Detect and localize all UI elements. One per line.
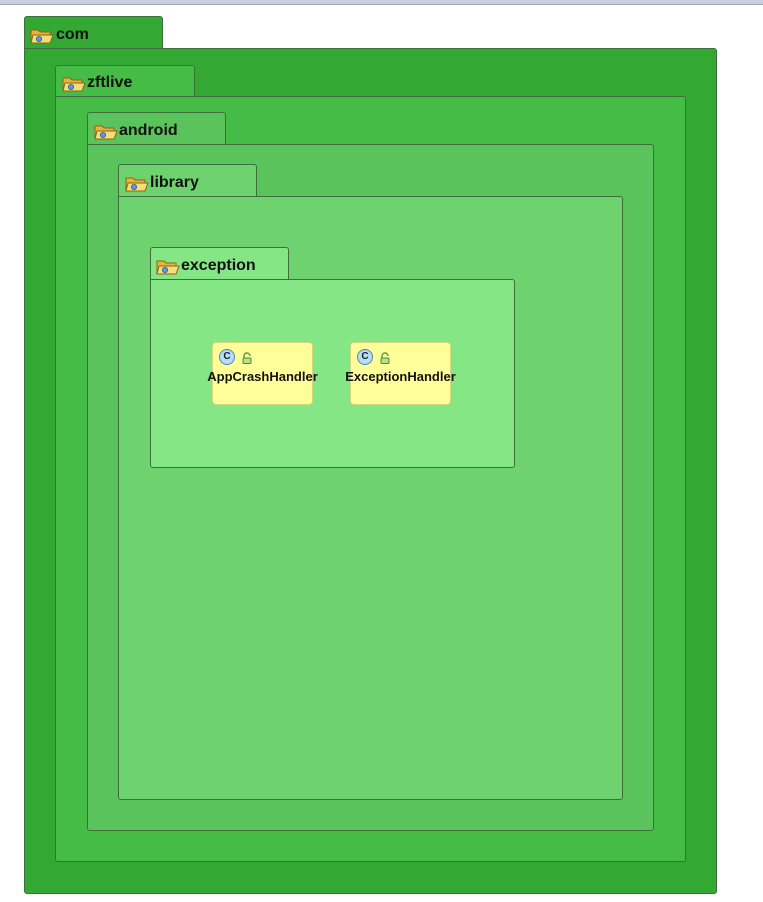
- folder-package-icon: [30, 29, 54, 44]
- folder-package-icon: [94, 125, 118, 140]
- top-border: [0, 0, 763, 5]
- folder-package-icon: [125, 177, 149, 192]
- class-name: ExceptionHandler: [345, 369, 456, 384]
- class-icon: C: [219, 349, 235, 365]
- class-name: AppCrashHandler: [207, 369, 318, 384]
- package-label-com: com: [56, 26, 89, 43]
- class-box-appcrashhandler[interactable]: C AppCrashHandler: [207, 342, 318, 405]
- lock-icon: [380, 352, 390, 364]
- package-label-zftlive: zftlive: [87, 74, 133, 91]
- folder-package-icon: [156, 260, 180, 275]
- package-label-exception: exception: [181, 257, 256, 274]
- package-label-android: android: [119, 122, 178, 139]
- class-icon: C: [357, 349, 373, 365]
- package-label-library: library: [150, 174, 199, 191]
- lock-icon: [242, 352, 252, 364]
- folder-package-icon: [62, 77, 86, 92]
- class-box-exceptionhandler[interactable]: C ExceptionHandler: [345, 342, 456, 405]
- package-body-exception[interactable]: [150, 279, 515, 468]
